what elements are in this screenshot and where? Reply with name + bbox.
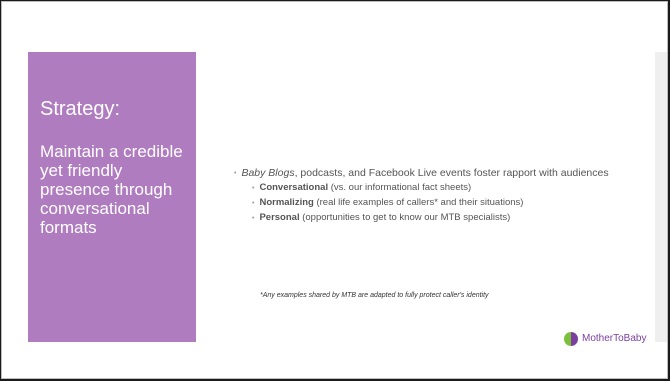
slide-subtitle: Maintain a credible yet friendly presenc… [40,142,183,237]
sub-bold: Conversational [259,182,329,193]
bullet-dot-icon: • [252,215,255,222]
sub-list-item: • Personal (opportunities to get to know … [252,211,634,226]
sub-bold: Normalizing [259,197,314,208]
slide-title: Strategy: [40,98,121,120]
sub-list-item: • Normalizing (real life examples of call… [252,196,634,211]
bullet-list: • Baby Blogs, podcasts, and Facebook Liv… [234,167,634,226]
slide: Strategy: Maintain a credible yet friend… [1,1,668,379]
sub-text: (opportunities to get to know our MTB sp… [299,212,511,223]
list-item: • Baby Blogs, podcasts, and Facebook Liv… [234,167,634,180]
sub-list-item: • Conversational (vs. our informational f… [252,181,634,196]
sub-list: • Conversational (vs. our informational f… [252,181,634,226]
logo-icon [564,332,578,346]
sub-bold: Personal [259,212,300,223]
side-panel [655,52,667,342]
list-item-text: Baby Blogs, podcasts, and Facebook Live … [241,167,608,180]
italic-text: Baby Blogs [241,167,295,179]
logo-text: MotherToBaby [582,333,647,344]
bullet-dot-icon: • [252,200,255,207]
bullet-dot-icon: • [234,170,237,177]
sub-text: (real life examples of callers* and thei… [313,197,524,208]
title-panel: Strategy: Maintain a credible yet friend… [28,52,196,342]
logo: MotherToBaby [564,332,646,346]
bullet-text: , podcasts, and Facebook Live events fos… [294,167,609,179]
footnote: *Any examples shared by MTB are adapted … [260,292,489,299]
sub-text: (vs. our informational fact sheets) [328,182,472,193]
bullet-dot-icon: • [252,185,255,192]
